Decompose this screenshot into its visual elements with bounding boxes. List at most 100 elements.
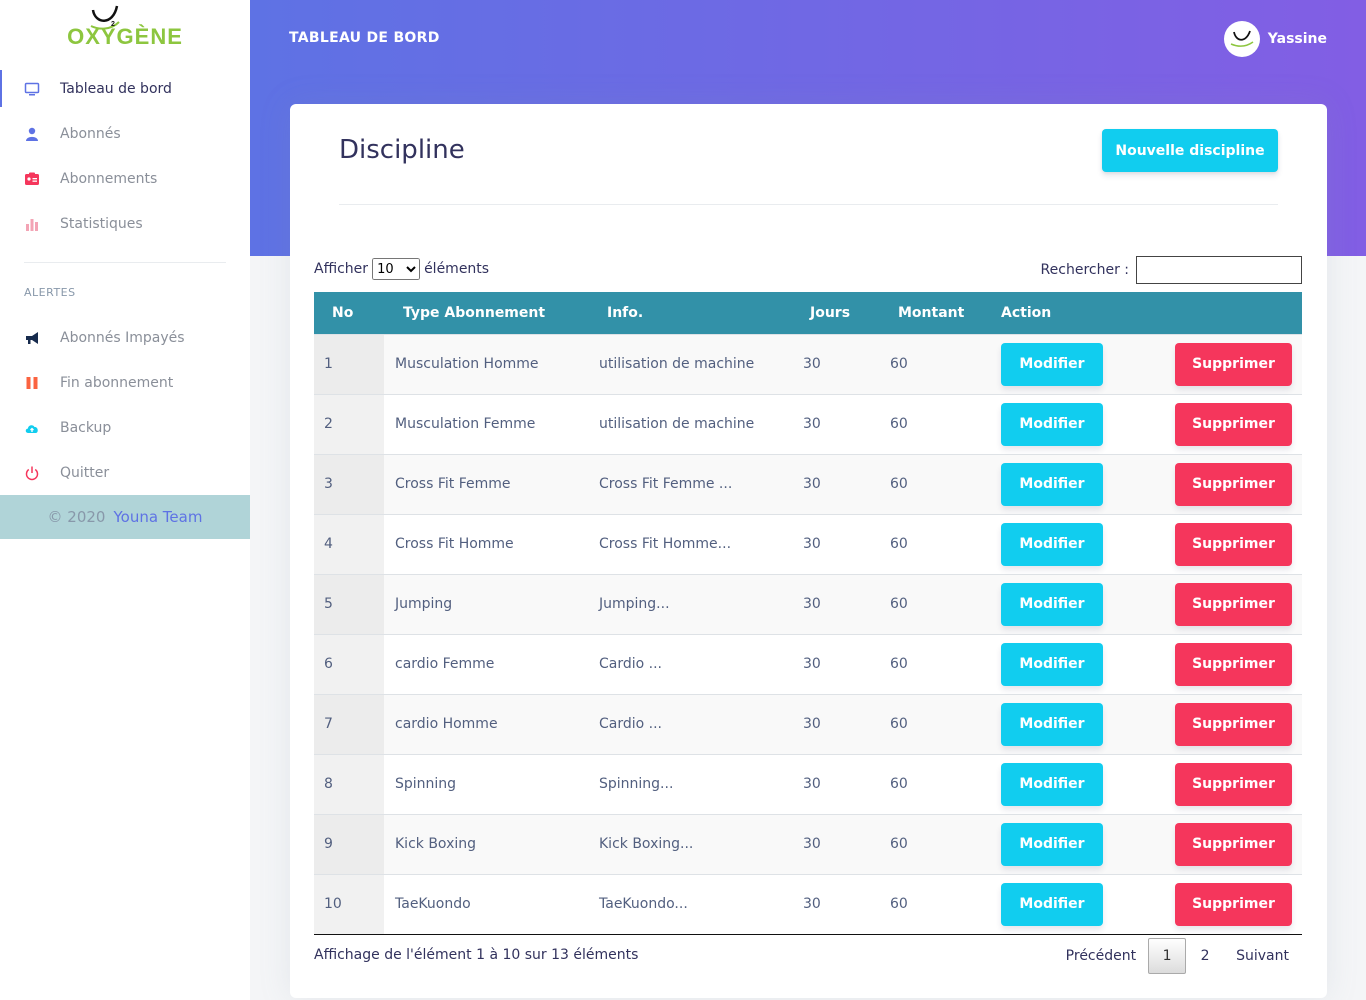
delete-button[interactable]: Supprimer [1175, 882, 1292, 926]
sidebar-item-abonnes-impayes[interactable]: Abonnés Impayés [0, 315, 250, 360]
cell-jours: 30 [803, 896, 821, 912]
team-link[interactable]: Youna Team [113, 508, 202, 526]
id-card-icon [24, 171, 40, 187]
cell-action-edit: Modifier [1001, 514, 1152, 574]
avatar[interactable] [1223, 21, 1260, 57]
cell-no: 7 [314, 694, 384, 754]
delete-button[interactable]: Supprimer [1175, 822, 1292, 866]
cell-type: Musculation Femme [395, 416, 536, 432]
column-header-montant[interactable]: Montant [880, 292, 1001, 334]
delete-button[interactable]: Supprimer [1175, 762, 1292, 806]
sidebar-item-abonnements[interactable]: Abonnements [0, 156, 250, 201]
edit-button[interactable]: Modifier [1001, 462, 1103, 506]
column-header-info[interactable]: Info. [588, 292, 792, 334]
cell-jours: 30 [803, 596, 821, 612]
sidebar-item-label: Statistiques [60, 215, 143, 232]
sidebar-item-label: Backup [60, 419, 112, 436]
sidebar-item-fin-abonnement[interactable]: Fin abonnement [0, 360, 250, 405]
page-button-1[interactable]: 1 [1148, 938, 1187, 974]
cell-action-delete: Supprimer [1152, 814, 1302, 874]
cell-info: Cross Fit Femme ... [599, 476, 733, 492]
user-icon [24, 126, 40, 142]
column-header-type[interactable]: Type Abonnement [384, 292, 588, 334]
new-discipline-button[interactable]: Nouvelle discipline [1102, 129, 1278, 172]
delete-button[interactable]: Supprimer [1175, 522, 1292, 566]
column-header-jours[interactable]: Jours [792, 292, 880, 334]
edit-button[interactable]: Modifier [1001, 522, 1103, 566]
cell-type: Jumping [395, 596, 453, 612]
cell-type: cardio Homme [395, 716, 498, 732]
cell-montant: 60 [890, 656, 908, 672]
cell-jours: 30 [803, 656, 821, 672]
delete-button[interactable]: Supprimer [1175, 702, 1292, 746]
edit-button[interactable]: Modifier [1001, 582, 1103, 626]
next-page-button[interactable]: Suivant [1224, 948, 1301, 964]
cell-info: utilisation de machine [599, 356, 755, 372]
delete-button[interactable]: Supprimer [1175, 462, 1292, 506]
cell-jours: 30 [803, 356, 821, 372]
alerts-heading: ALERTES [24, 285, 76, 299]
column-header-empty [1152, 292, 1302, 334]
cell-jours: 30 [803, 836, 821, 852]
edit-button[interactable]: Modifier [1001, 642, 1103, 686]
pagination: Précédent 1 2 Suivant [1054, 938, 1301, 974]
copyright-text: © 2020 [47, 508, 106, 526]
delete-button[interactable]: Supprimer [1175, 402, 1292, 446]
search-control: Rechercher : [1041, 256, 1302, 284]
brand-logo[interactable]: 2 OXYGÈNE [0, 0, 250, 62]
cell-action-delete: Supprimer [1152, 694, 1302, 754]
sidebar-item-backup[interactable]: Backup [0, 405, 250, 450]
cell-action-edit: Modifier [1001, 754, 1152, 814]
column-header-action[interactable]: Action [1001, 292, 1152, 334]
edit-button[interactable]: Modifier [1001, 342, 1103, 386]
edit-button[interactable]: Modifier [1001, 762, 1103, 806]
search-input[interactable] [1136, 256, 1302, 284]
cell-no: 5 [314, 574, 384, 634]
show-suffix: éléments [424, 261, 490, 277]
sidebar-item-quitter[interactable]: Quitter [0, 450, 250, 495]
user-menu[interactable]: Yassine [1223, 21, 1327, 57]
table-row: 8 Spinning Spinning... 30 60 Modifier Supprime… [314, 754, 1302, 814]
sidebar-item-label: Abonnés Impayés [60, 329, 185, 346]
cell-action-edit: Modifier [1001, 394, 1152, 454]
sidebar-item-abonnes[interactable]: Abonnés [0, 111, 250, 156]
delete-button[interactable]: Supprimer [1175, 642, 1292, 686]
cell-jours: 30 [803, 536, 821, 552]
delete-button[interactable]: Supprimer [1175, 582, 1292, 626]
cell-no: 3 [314, 454, 384, 514]
page-button-2[interactable]: 2 [1186, 938, 1224, 974]
sidebar-footer: © 2020 Youna Team [0, 495, 250, 539]
cell-action-delete: Supprimer [1152, 874, 1302, 934]
page-length-select[interactable]: 10 [372, 258, 421, 280]
search-label: Rechercher : [1040, 262, 1129, 278]
column-header-no[interactable]: No [314, 292, 384, 334]
edit-button[interactable]: Modifier [1001, 882, 1103, 926]
table-row: 5 Jumping Jumping... 30 60 Modifier Supprimer [314, 574, 1302, 634]
cell-no: 10 [314, 874, 384, 934]
cell-action-edit: Modifier [1001, 334, 1152, 394]
cell-action-edit: Modifier [1001, 454, 1152, 514]
show-prefix: Afficher [314, 261, 369, 277]
cell-type: Spinning [395, 776, 457, 792]
cell-no: 1 [314, 334, 384, 394]
discipline-card: Discipline Nouvelle discipline Afficher … [290, 104, 1327, 998]
cell-type: Cross Fit Homme [395, 536, 514, 552]
megaphone-icon [24, 330, 40, 346]
previous-page-button[interactable]: Précédent [1054, 948, 1148, 964]
edit-button[interactable]: Modifier [1001, 402, 1103, 446]
delete-button[interactable]: Supprimer [1175, 342, 1292, 386]
card-title: Discipline [339, 135, 465, 165]
page-title: TABLEAU DE BORD [289, 30, 440, 46]
table-row: 1 Musculation Homme utilisation de machine… [314, 334, 1302, 394]
edit-button[interactable]: Modifier [1001, 702, 1103, 746]
cell-montant: 60 [890, 896, 908, 912]
sidebar-item-statistiques[interactable]: Statistiques [0, 201, 250, 246]
sidebar-item-tableau-de-bord[interactable]: Tableau de bord [0, 66, 250, 111]
logo-text: 2 OXYGÈNE [67, 5, 183, 49]
cell-montant: 60 [890, 476, 908, 492]
cell-type: cardio Femme [395, 656, 495, 672]
page-length-control: Afficher 10 éléments [314, 258, 489, 280]
cell-jours: 30 [803, 476, 821, 492]
edit-button[interactable]: Modifier [1001, 822, 1103, 866]
cell-action-edit: Modifier [1001, 694, 1152, 754]
